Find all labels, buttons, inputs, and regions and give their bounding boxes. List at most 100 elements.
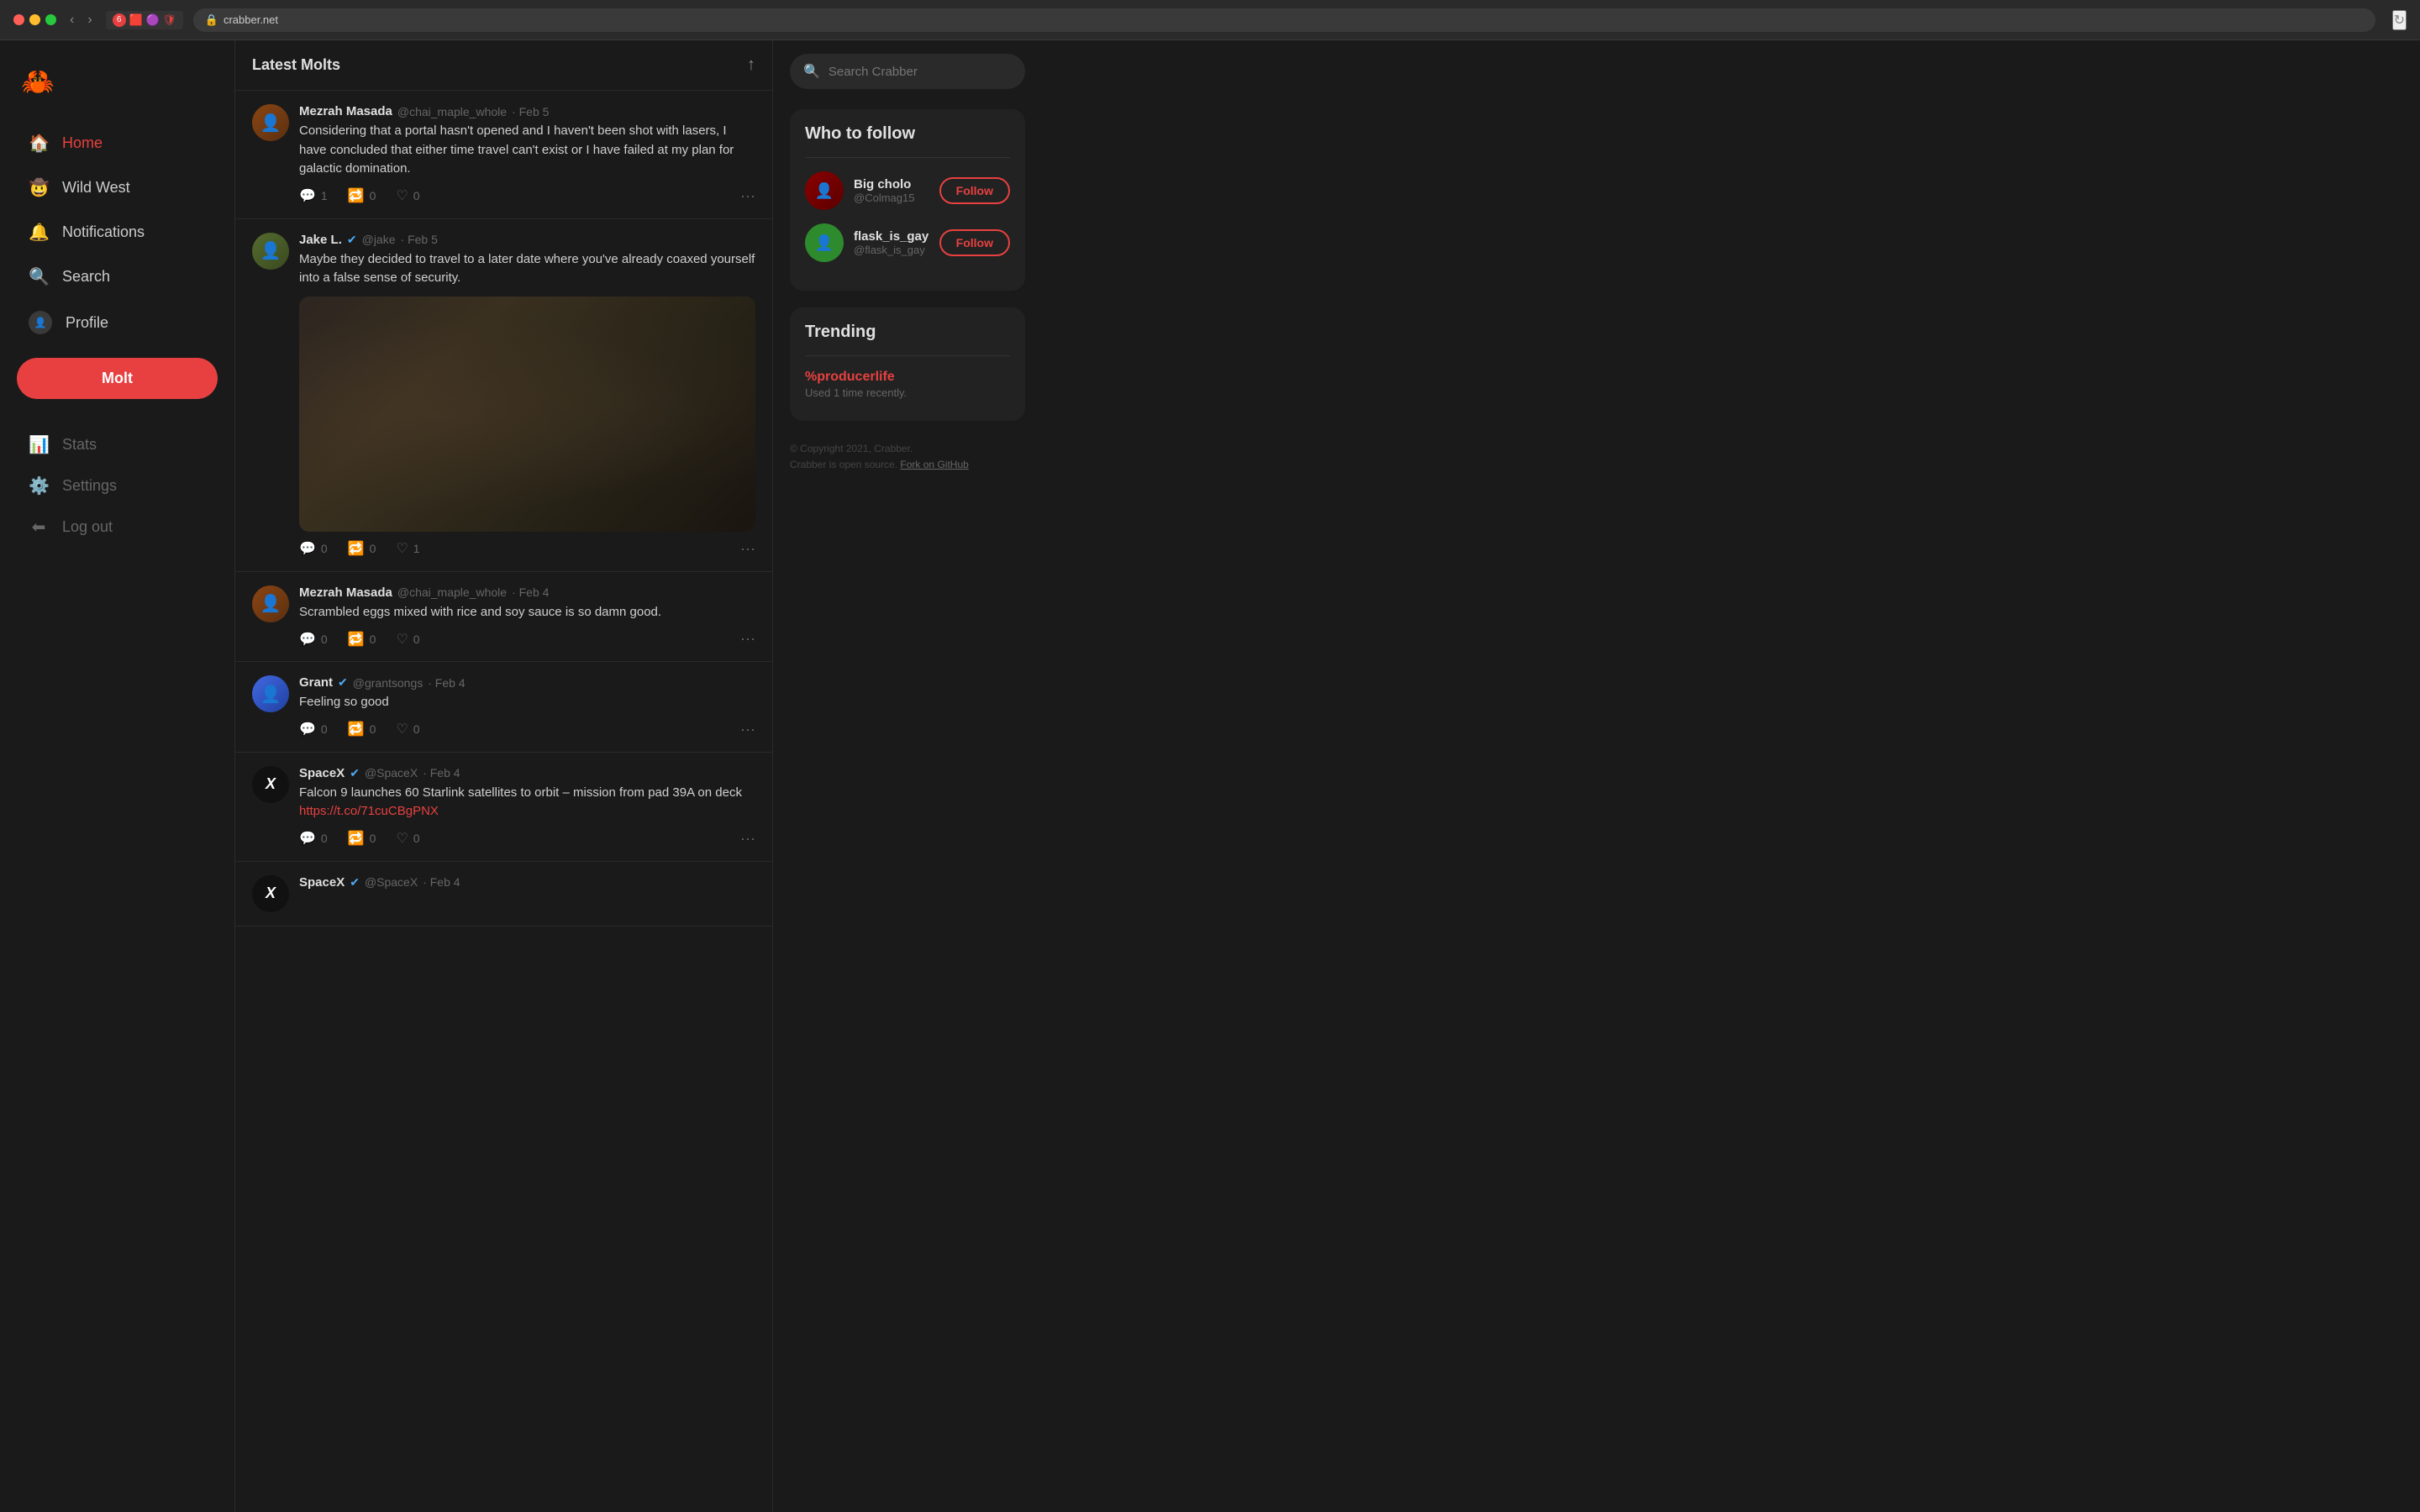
molt-button[interactable]: Molt [17, 358, 218, 399]
sidebar-logo: 🦀 [17, 60, 218, 102]
sidebar-label-settings: Settings [62, 477, 117, 495]
comment-action[interactable]: 💬 0 [299, 631, 328, 648]
comment-action[interactable]: 💬 0 [299, 540, 328, 557]
post-actions: 💬 1 🔁 0 ♡ 0 ··· [299, 187, 755, 205]
sidebar-label-notifications: Notifications [62, 223, 145, 241]
crab-logo-icon: 🦀 [17, 60, 59, 102]
post-handle: @SpaceX [365, 875, 418, 889]
table-row: 👤 Jake L. ✔ @jake · Feb 5 Maybe they dec… [235, 219, 772, 572]
comment-action[interactable]: 💬 1 [299, 187, 328, 204]
reshare-action[interactable]: 🔁 0 [348, 721, 376, 738]
reshare-count: 0 [370, 633, 376, 646]
reshare-count: 0 [370, 189, 376, 202]
reshare-icon: 🔁 [348, 721, 365, 738]
post-handle: @SpaceX [365, 766, 418, 780]
post-text: Maybe they decided to travel to a later … [299, 250, 755, 288]
reshare-action[interactable]: 🔁 0 [348, 631, 376, 648]
post-date: · Feb 4 [512, 585, 549, 599]
post-handle: @jake [362, 233, 396, 246]
sidebar-secondary-nav: 📊 Stats ⚙️ Settings ⬅ Log out [17, 426, 218, 546]
follow-button[interactable]: Follow [939, 177, 1010, 204]
more-icon[interactable]: ··· [740, 721, 755, 738]
avatar: 👤 [252, 675, 289, 712]
back-button[interactable]: ‹ [66, 9, 77, 31]
who-to-follow-widget: Who to follow 👤 Big cholo @Colmag15 Foll… [790, 109, 1025, 291]
description-text: Crabber is open source. [790, 459, 897, 470]
like-action[interactable]: ♡ 1 [396, 540, 419, 557]
table-row: 👤 Mezrah Masada @chai_maple_whole · Feb … [235, 91, 772, 219]
sidebar-item-wildwest[interactable]: 🤠 Wild West [17, 167, 218, 208]
spacex-logo-2: X [266, 885, 276, 902]
like-action[interactable]: ♡ 0 [396, 187, 419, 204]
reshare-action[interactable]: 🔁 0 [348, 187, 376, 204]
table-row: X SpaceX ✔ @SpaceX · Feb 4 [235, 862, 772, 927]
search-input[interactable] [829, 65, 1012, 79]
molt-content: Mezrah Masada @chai_maple_whole · Feb 5 … [299, 104, 755, 205]
sidebar-item-settings[interactable]: ⚙️ Settings [17, 467, 218, 505]
stats-icon: 📊 [29, 434, 49, 455]
gear-icon: ⚙️ [29, 475, 49, 496]
comment-count: 0 [321, 633, 328, 646]
search-icon: 🔍 [803, 63, 820, 80]
like-action[interactable]: ♡ 0 [396, 830, 419, 847]
url-bar[interactable]: 🔒 crabber.net [193, 8, 2375, 32]
comment-action[interactable]: 💬 0 [299, 721, 328, 738]
sidebar-nav: 🏠 Home 🤠 Wild West 🔔 Notifications 🔍 Sea… [17, 123, 218, 344]
reshare-icon: 🔁 [348, 830, 365, 847]
more-icon[interactable]: ··· [740, 830, 755, 848]
tab-badge: 6 [113, 13, 126, 27]
github-link[interactable]: Fork on GitHub [900, 459, 968, 470]
comment-action[interactable]: 💬 0 [299, 830, 328, 847]
sort-icon[interactable]: ↑ [747, 55, 755, 75]
post-date: · Feb 4 [423, 766, 460, 780]
maximize-button[interactable] [45, 14, 56, 25]
follow-avatar: 👤 [805, 171, 844, 210]
like-count: 0 [413, 189, 420, 202]
reshare-action[interactable]: 🔁 0 [348, 830, 376, 847]
feed-title: Latest Molts [252, 56, 340, 74]
like-count: 1 [413, 542, 420, 555]
post-actions: 💬 0 🔁 0 ♡ 0 ··· [299, 721, 755, 738]
trending-title: Trending [805, 323, 1010, 342]
post-date: · Feb 4 [423, 875, 460, 889]
like-action[interactable]: ♡ 0 [396, 631, 419, 648]
browser-navigation: ‹ › [66, 9, 96, 31]
reload-button[interactable]: ↻ [2392, 10, 2407, 30]
sidebar-item-notifications[interactable]: 🔔 Notifications [17, 212, 218, 253]
heart-icon: ♡ [396, 540, 408, 557]
sidebar-item-home[interactable]: 🏠 Home [17, 123, 218, 164]
spacex-logo: X [266, 775, 276, 793]
reshare-action[interactable]: 🔁 0 [348, 540, 376, 557]
forward-button[interactable]: › [84, 9, 95, 31]
search-bar[interactable]: 🔍 [790, 54, 1025, 89]
post-username: SpaceX [299, 875, 345, 890]
follow-name: Big cholo [854, 177, 929, 192]
profile-avatar: 👤 [29, 311, 52, 334]
molt-content: SpaceX ✔ @SpaceX · Feb 4 [299, 875, 755, 912]
avatar: 👤 [252, 585, 289, 622]
like-action[interactable]: ♡ 0 [396, 721, 419, 738]
post-link[interactable]: https://t.co/71cuCBgPNX [299, 804, 439, 818]
more-icon[interactable]: ··· [740, 630, 755, 648]
post-text: Falcon 9 launches 60 Starlink satellites… [299, 784, 755, 822]
trending-tag[interactable]: %producerlife [805, 370, 1010, 385]
feed-header: Latest Molts ↑ [235, 40, 772, 91]
reshare-icon: 🔁 [348, 631, 365, 648]
sidebar-item-logout[interactable]: ⬅ Log out [17, 508, 218, 546]
main-feed: Latest Molts ↑ 👤 Mezrah Masada @chai_map… [235, 40, 773, 1512]
more-icon[interactable]: ··· [740, 187, 755, 205]
sidebar-item-stats[interactable]: 📊 Stats [17, 426, 218, 464]
close-button[interactable] [13, 14, 24, 25]
like-count: 0 [413, 722, 420, 736]
follow-button[interactable]: Follow [939, 229, 1010, 256]
like-count: 0 [413, 832, 420, 845]
post-username: Grant [299, 675, 333, 690]
minimize-button[interactable] [29, 14, 40, 25]
heart-icon: ♡ [396, 631, 408, 648]
sidebar-item-profile[interactable]: 👤 Profile [17, 301, 218, 344]
comment-count: 0 [321, 832, 328, 845]
footer: © Copyright 2021, Crabber. Crabber is op… [790, 441, 1025, 473]
more-icon[interactable]: ··· [740, 540, 755, 558]
list-item: %producerlife Used 1 time recently. [805, 370, 1010, 399]
sidebar-item-search[interactable]: 🔍 Search [17, 256, 218, 297]
